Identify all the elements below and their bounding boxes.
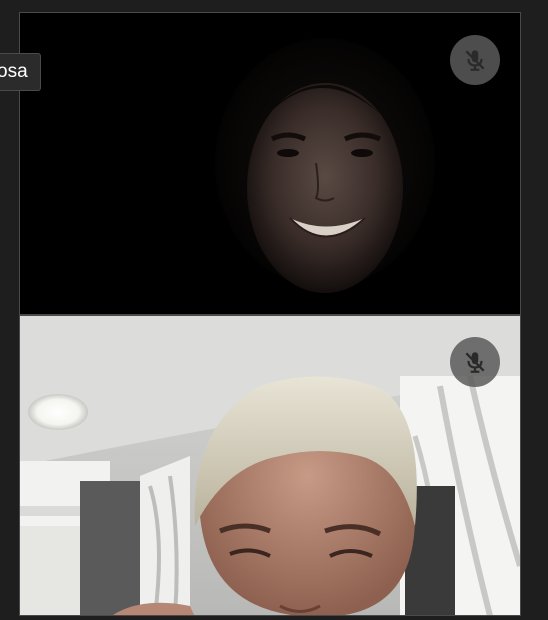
participant-video-feed-bottom <box>20 316 520 615</box>
mic-off-icon <box>465 50 485 71</box>
mute-indicator-button-bottom[interactable] <box>450 337 500 387</box>
mic-off-icon <box>465 352 485 373</box>
participant-video-tile-top[interactable] <box>19 12 521 315</box>
mute-indicator-button-top[interactable] <box>450 35 500 85</box>
participant-video-tile-bottom[interactable] <box>19 315 521 616</box>
video-call-grid: osa <box>0 0 548 620</box>
participant-video-feed-top <box>20 13 520 314</box>
participant-name-tag: osa <box>0 53 41 91</box>
participant-name-label: osa <box>0 61 28 82</box>
